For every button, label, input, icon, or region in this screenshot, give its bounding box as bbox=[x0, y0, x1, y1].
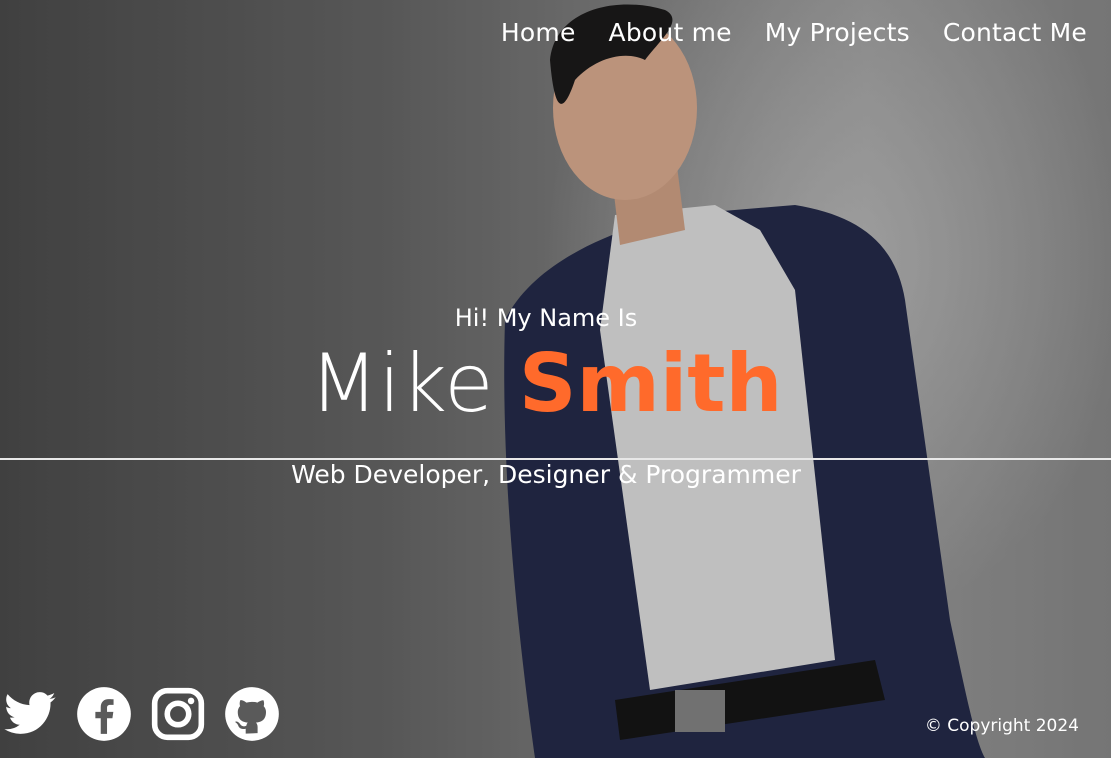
nav-my-projects[interactable]: My Projects bbox=[765, 18, 910, 47]
twitter-icon[interactable] bbox=[2, 686, 58, 742]
github-icon[interactable] bbox=[224, 686, 280, 742]
social-links bbox=[2, 686, 280, 742]
main-nav: Home About me My Projects Contact Me bbox=[501, 18, 1087, 47]
hero-first-name: Mike bbox=[309, 337, 494, 430]
nav-about-me[interactable]: About me bbox=[609, 18, 732, 47]
hero-greeting: Hi! My Name Is bbox=[454, 304, 638, 332]
hero-last-name: Smith bbox=[518, 337, 783, 430]
facebook-icon[interactable] bbox=[76, 686, 132, 742]
copyright-text: © Copyright 2024 bbox=[924, 716, 1079, 736]
nav-contact-me[interactable]: Contact Me bbox=[943, 18, 1087, 47]
nav-home[interactable]: Home bbox=[501, 18, 576, 47]
hero-role: Web Developer, Designer & Programmer bbox=[291, 460, 801, 489]
hero-name: Mike Smith bbox=[0, 344, 1092, 424]
hero-section: Hi! My Name Is Mike Smith bbox=[0, 304, 1092, 424]
instagram-icon[interactable] bbox=[150, 686, 206, 742]
